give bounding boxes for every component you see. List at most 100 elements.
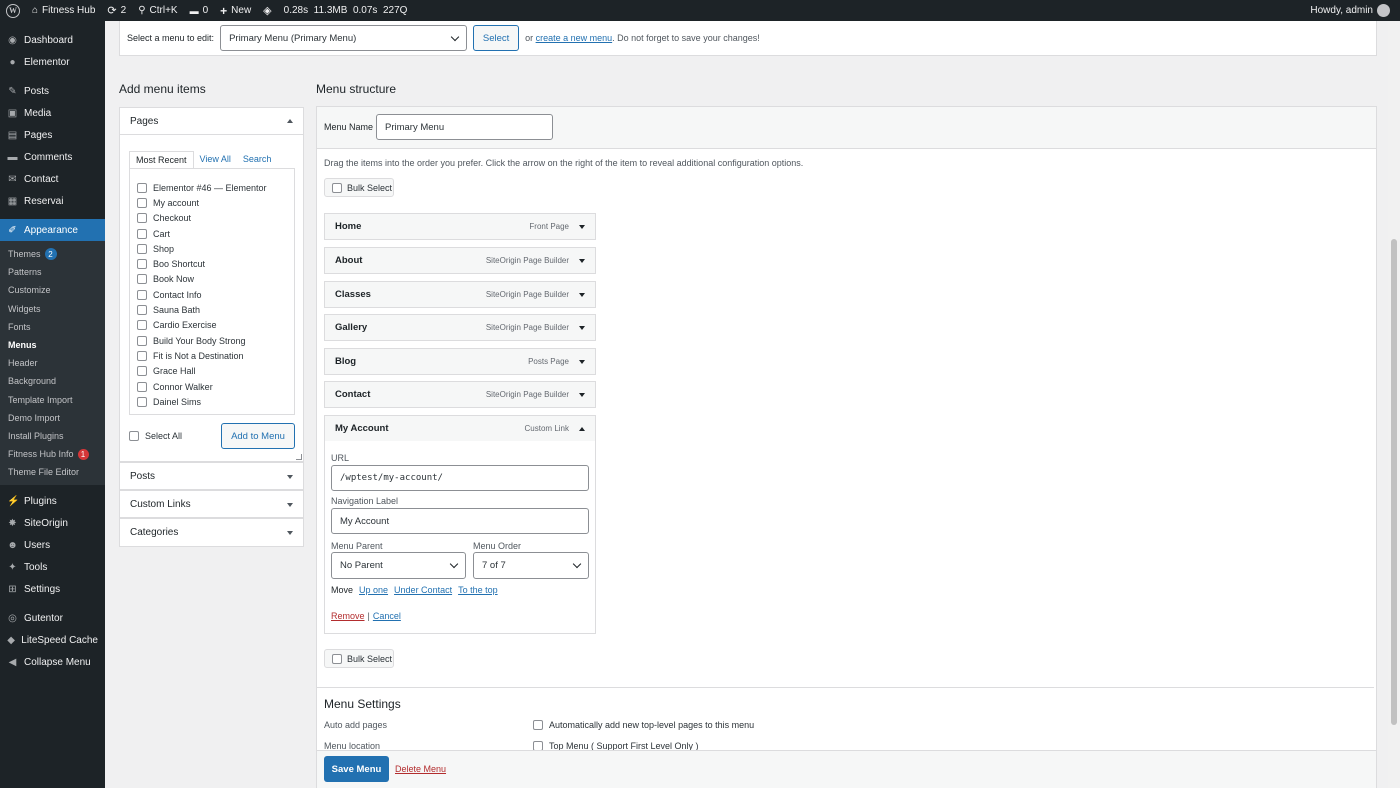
submenu-widgets[interactable]: Widgets (0, 300, 105, 318)
submenu-themes[interactable]: Themes 2 (0, 245, 105, 263)
wordpress-logo[interactable]: W (0, 0, 26, 21)
list-item[interactable]: Grace Hall (130, 364, 294, 379)
sidebar-item-media[interactable]: ▣ Media (0, 102, 105, 124)
menu-name-input[interactable]: Primary Menu (376, 114, 553, 140)
move-under-contact-link[interactable]: Under Contact (394, 585, 452, 595)
submenu-patterns[interactable]: Patterns (0, 263, 105, 281)
url-input[interactable]: /wptest/my-account/ (331, 465, 589, 491)
caret-down-icon[interactable] (579, 392, 585, 397)
sidebar-item-contact[interactable]: ✉ Contact (0, 168, 105, 190)
my-account-menu[interactable]: Howdy, admin (1304, 0, 1400, 21)
menu-item-my-account[interactable]: My Account Custom Link (324, 415, 596, 442)
caret-down-icon[interactable] (579, 258, 585, 263)
page-scrollbar[interactable] (1388, 21, 1400, 788)
checkbox[interactable] (137, 243, 147, 254)
query-monitor-stats[interactable]: 0.28s 11.3MB 0.07s 227Q (278, 0, 414, 21)
list-item[interactable]: My account (130, 195, 294, 210)
new-content-link[interactable]: + New (214, 0, 257, 21)
collapse-menu-button[interactable]: ◀ Collapse Menu (0, 651, 105, 673)
menu-item-classes[interactable]: Classes SiteOrigin Page Builder (324, 281, 596, 308)
submenu-demo-import[interactable]: Demo Import (0, 409, 105, 427)
checkbox[interactable] (137, 228, 147, 239)
submenu-template-import[interactable]: Template Import (0, 391, 105, 409)
updates-link[interactable]: ⟳ 2 (101, 0, 132, 21)
list-item[interactable]: Sauna Bath (130, 302, 294, 317)
list-item[interactable]: Dainel Sims (130, 394, 294, 409)
submenu-menus[interactable]: Menus (0, 336, 105, 354)
posts-panel[interactable]: Posts (119, 462, 304, 490)
command-palette-button[interactable]: ⚲ Ctrl+K (132, 0, 183, 21)
bulk-select-checkbox[interactable] (332, 182, 342, 193)
select-all-pages[interactable]: Select All (129, 431, 182, 441)
menu-select-dropdown[interactable]: Primary Menu (Primary Menu) (220, 25, 468, 51)
sidebar-item-comments[interactable]: ▬ Comments (0, 146, 105, 168)
menu-order-select[interactable]: 7 of 7 (473, 552, 589, 579)
checkbox[interactable] (137, 366, 147, 377)
list-item[interactable]: Boo Shortcut (130, 256, 294, 271)
list-item[interactable]: Cardio Exercise (130, 318, 294, 333)
list-item[interactable]: Shop (130, 241, 294, 256)
list-item[interactable]: Cart (130, 226, 294, 241)
add-to-menu-button[interactable]: Add to Menu (221, 423, 295, 449)
checkbox[interactable] (137, 381, 147, 392)
caret-up-icon[interactable] (579, 426, 585, 431)
checkbox[interactable] (137, 396, 147, 407)
sidebar-item-litespeed[interactable]: ◆ LiteSpeed Cache (0, 629, 105, 651)
list-item[interactable]: Connor Walker (130, 379, 294, 394)
checkbox[interactable] (137, 350, 147, 361)
remove-item-link[interactable]: Remove (331, 611, 365, 621)
sidebar-item-dashboard[interactable]: ◉ Dashboard (0, 29, 105, 51)
categories-panel[interactable]: Categories (119, 518, 304, 547)
select-menu-button[interactable]: Select (473, 25, 520, 51)
scrollbar-thumb[interactable] (1391, 239, 1397, 725)
delete-menu-link[interactable]: Delete Menu (395, 764, 446, 774)
submenu-fonts[interactable]: Fonts (0, 318, 105, 336)
create-new-menu-link[interactable]: create a new menu (536, 33, 613, 43)
move-up-one-link[interactable]: Up one (359, 585, 388, 595)
bulk-select-bottom[interactable]: Bulk Select (324, 649, 394, 668)
checkbox[interactable] (137, 197, 147, 208)
sidebar-item-posts[interactable]: ✎ Posts (0, 80, 105, 102)
resize-handle[interactable] (296, 454, 302, 460)
comments-link[interactable]: ▬ 0 (184, 0, 215, 21)
sidebar-item-pages[interactable]: ▤ Pages (0, 124, 105, 146)
submenu-background[interactable]: Background (0, 372, 105, 390)
auto-add-option[interactable]: Automatically add new top-level pages to… (533, 720, 754, 730)
checkbox[interactable] (137, 213, 147, 224)
bulk-select-top[interactable]: Bulk Select (324, 178, 394, 197)
checkbox[interactable] (137, 320, 147, 331)
caret-down-icon[interactable] (579, 359, 585, 364)
submenu-install-plugins[interactable]: Install Plugins (0, 427, 105, 445)
sidebar-item-siteorigin[interactable]: ✸ SiteOrigin (0, 512, 105, 534)
bulk-select-checkbox[interactable] (332, 653, 342, 664)
sidebar-item-tools[interactable]: ✦ Tools (0, 556, 105, 578)
pages-panel-header[interactable]: Pages (120, 108, 303, 135)
navigation-label-input[interactable]: My Account (331, 508, 589, 534)
caret-down-icon[interactable] (579, 224, 585, 229)
submenu-theme-file-editor[interactable]: Theme File Editor (0, 463, 105, 481)
sidebar-item-elementor[interactable]: ● Elementor (0, 51, 105, 73)
auto-add-checkbox[interactable] (533, 720, 543, 730)
list-item[interactable]: Checkout (130, 211, 294, 226)
checkbox[interactable] (137, 305, 147, 316)
checkbox[interactable] (137, 259, 147, 270)
submenu-header[interactable]: Header (0, 354, 105, 372)
custom-links-panel[interactable]: Custom Links (119, 490, 304, 518)
list-item[interactable]: Build Your Body Strong (130, 333, 294, 348)
list-item[interactable]: Book Now (130, 272, 294, 287)
caret-down-icon[interactable] (579, 292, 585, 297)
site-name-link[interactable]: ⌂ Fitness Hub (26, 0, 101, 21)
checkbox[interactable] (137, 274, 147, 285)
menu-item-about[interactable]: About SiteOrigin Page Builder (324, 247, 596, 274)
sidebar-item-gutentor[interactable]: ◎ Gutentor (0, 607, 105, 629)
tab-view-all[interactable]: View All (194, 151, 237, 169)
submenu-fitness-hub-info[interactable]: Fitness Hub Info 1 (0, 445, 105, 463)
menu-item-home[interactable]: Home Front Page (324, 213, 596, 240)
menu-item-contact[interactable]: Contact SiteOrigin Page Builder (324, 381, 596, 408)
menu-parent-select[interactable]: No Parent (331, 552, 466, 579)
checkbox[interactable] (137, 335, 147, 346)
list-item[interactable]: Elementor #46 — Elementor (130, 180, 294, 195)
tab-search[interactable]: Search (237, 151, 278, 169)
save-menu-button[interactable]: Save Menu (324, 756, 389, 782)
sidebar-item-settings[interactable]: ⊞ Settings (0, 578, 105, 600)
